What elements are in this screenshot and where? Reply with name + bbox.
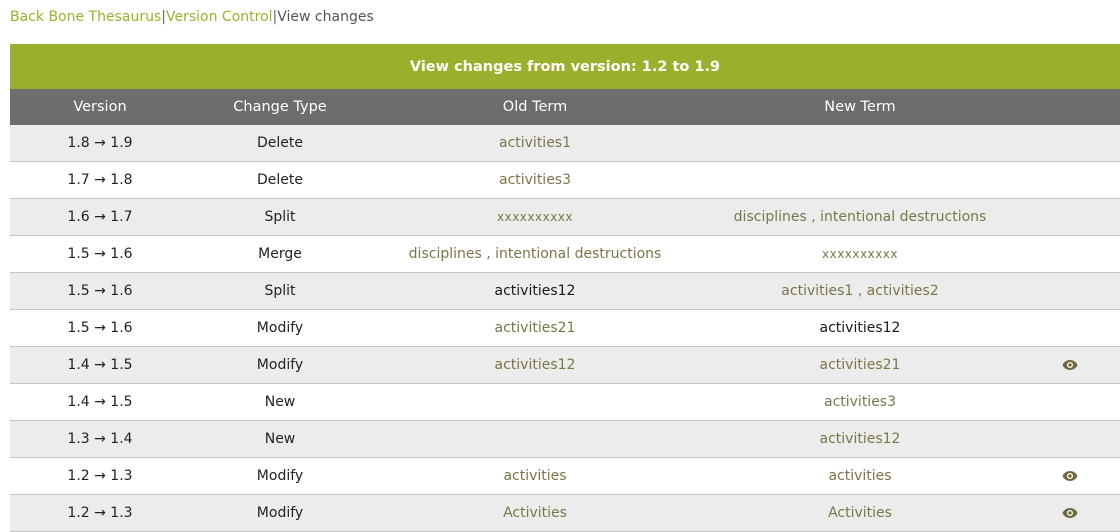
table-row: 1.4 → 1.5 Modify activities12 activities… [10, 346, 1120, 384]
cell-change-type: Modify [190, 346, 370, 384]
cell-version: 1.2 → 1.3 [10, 494, 190, 532]
cell-new-term: disciplines , intentional destructions [700, 198, 1020, 236]
header-actions [1020, 89, 1120, 125]
cell-version: 1.6 → 1.7 [10, 198, 190, 236]
cell-version: 1.5 → 1.6 [10, 272, 190, 310]
eye-icon[interactable] [1062, 507, 1078, 519]
cell-change-type: New [190, 420, 370, 458]
eye-icon[interactable] [1062, 359, 1078, 371]
cell-old-term: disciplines , intentional destructions [370, 235, 700, 273]
cell-change-type: Delete [190, 125, 370, 162]
cell-old-term: activities [370, 457, 700, 495]
cell-version: 1.7 → 1.8 [10, 161, 190, 199]
cell-change-type: New [190, 383, 370, 421]
cell-version: 1.2 → 1.3 [10, 457, 190, 495]
table-row: 1.8 → 1.9 Delete activities1 [10, 125, 1120, 162]
cell-new-term [700, 161, 1020, 199]
cell-actions [1020, 272, 1120, 310]
cell-change-type: Delete [190, 161, 370, 199]
table-row: 1.2 → 1.3 Modify Activities Activities [10, 494, 1120, 532]
changes-table: View changes from version: 1.2 to 1.9 Ve… [10, 44, 1120, 532]
header-old-term: Old Term [370, 89, 700, 125]
cell-old-term: Activities [370, 494, 700, 532]
cell-new-term: activities21 [700, 346, 1020, 384]
cell-actions [1020, 457, 1120, 495]
cell-old-term: activities21 [370, 309, 700, 347]
cell-change-type: Split [190, 272, 370, 310]
cell-actions [1020, 125, 1120, 162]
cell-actions [1020, 383, 1120, 421]
table-row: 1.7 → 1.8 Delete activities3 [10, 161, 1120, 199]
cell-old-term [370, 420, 700, 458]
cell-new-term: Activities [700, 494, 1020, 532]
eye-icon[interactable] [1062, 470, 1078, 482]
cell-new-term: activities12 [700, 309, 1020, 347]
cell-actions [1020, 235, 1120, 273]
header-change-type: Change Type [190, 89, 370, 125]
cell-change-type: Modify [190, 494, 370, 532]
cell-old-term: activities12 [370, 346, 700, 384]
table-header-row: Version Change Type Old Term New Term [10, 89, 1120, 125]
cell-actions [1020, 309, 1120, 347]
cell-old-term: activities12 [370, 272, 700, 310]
table-row: 1.4 → 1.5 New activities3 [10, 383, 1120, 421]
header-version: Version [10, 89, 190, 125]
cell-actions [1020, 420, 1120, 458]
cell-old-term: activities1 [370, 125, 700, 162]
cell-change-type: Split [190, 198, 370, 236]
cell-old-term: activities3 [370, 161, 700, 199]
table-row: 1.5 → 1.6 Merge disciplines , intentiona… [10, 235, 1120, 273]
cell-version: 1.8 → 1.9 [10, 125, 190, 162]
header-new-term: New Term [700, 89, 1020, 125]
cell-new-term [700, 125, 1020, 162]
cell-actions [1020, 494, 1120, 532]
table-row: 1.5 → 1.6 Split activities12 activities1… [10, 272, 1120, 310]
cell-new-term: activities12 [700, 420, 1020, 458]
breadcrumb-back-bone-thesaurus[interactable]: Back Bone Thesaurus [10, 9, 161, 25]
cell-new-term: activities1 , activities2 [700, 272, 1020, 310]
cell-change-type: Modify [190, 457, 370, 495]
cell-old-term [370, 383, 700, 421]
cell-version: 1.5 → 1.6 [10, 309, 190, 347]
cell-change-type: Modify [190, 309, 370, 347]
cell-version: 1.4 → 1.5 [10, 346, 190, 384]
breadcrumb-view-changes: View changes [277, 9, 374, 25]
cell-actions [1020, 198, 1120, 236]
cell-change-type: Merge [190, 235, 370, 273]
table-title: View changes from version: 1.2 to 1.9 [10, 44, 1120, 89]
breadcrumb: Back Bone Thesaurus|Version Control|View… [10, 8, 374, 26]
cell-version: 1.3 → 1.4 [10, 420, 190, 458]
cell-actions [1020, 161, 1120, 199]
table-row: 1.2 → 1.3 Modify activities activities [10, 457, 1120, 495]
cell-new-term: xxxxxxxxxx [700, 235, 1020, 273]
cell-version: 1.5 → 1.6 [10, 235, 190, 273]
cell-actions [1020, 346, 1120, 384]
breadcrumb-version-control[interactable]: Version Control [166, 9, 273, 25]
table-row: 1.5 → 1.6 Modify activities21 activities… [10, 309, 1120, 347]
cell-version: 1.4 → 1.5 [10, 383, 190, 421]
table-row: 1.3 → 1.4 New activities12 [10, 420, 1120, 458]
table-row: 1.6 → 1.7 Split xxxxxxxxxx disciplines ,… [10, 198, 1120, 236]
cell-new-term: activities3 [700, 383, 1020, 421]
cell-new-term: activities [700, 457, 1020, 495]
cell-old-term: xxxxxxxxxx [370, 198, 700, 236]
